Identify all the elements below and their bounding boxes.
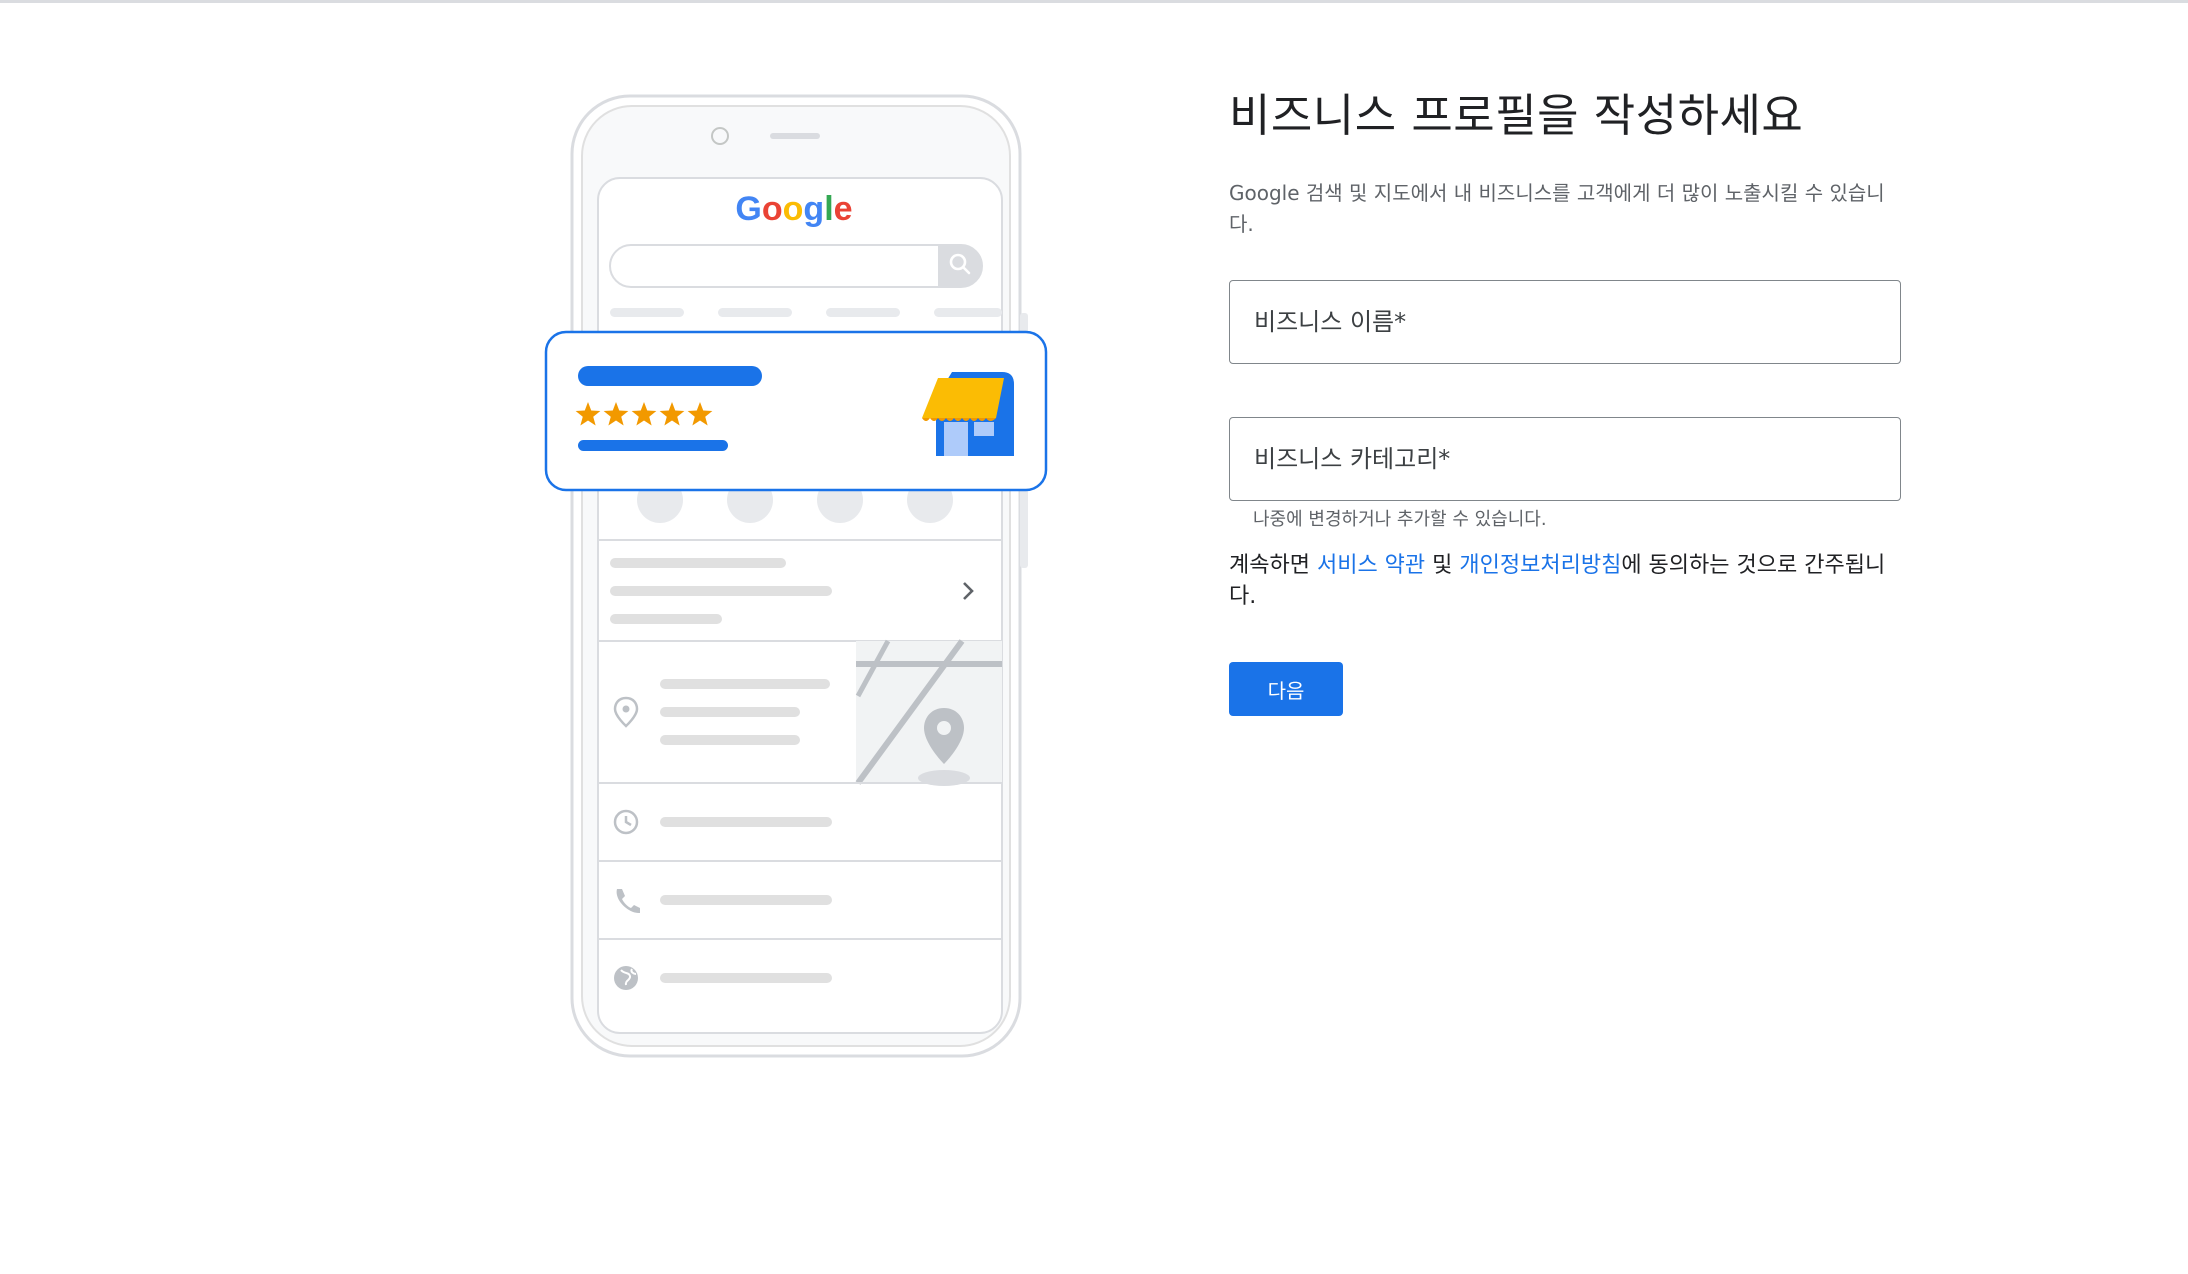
terms-prefix: 계속하면 [1229, 553, 1317, 578]
business-category-field[interactable] [1229, 417, 1901, 501]
google-logo: Google [735, 190, 852, 228]
top-divider [0, 0, 2188, 3]
phone-screen: Google [597, 177, 1003, 1034]
next-button[interactable]: 다음 [1229, 662, 1343, 716]
privacy-policy-link[interactable]: 개인정보처리방침 [1459, 553, 1621, 578]
business-name-field[interactable] [1229, 280, 1901, 364]
terms-middle: 및 [1425, 553, 1460, 578]
business-category-input[interactable] [1230, 418, 1900, 500]
globe-icon [614, 966, 638, 990]
page-subtitle: Google 검색 및 지도에서 내 비즈니스를 고객에게 더 많이 노출시킬 … [1229, 181, 1885, 236]
page-title: 비즈니스 프로필을 작성하세요 [1229, 89, 1804, 142]
phone-illustration: Google [540, 88, 1080, 1068]
terms-of-service-link[interactable]: 서비스 약관 [1317, 553, 1425, 578]
category-helper-text: 나중에 변경하거나 추가할 수 있습니다. [1253, 509, 1547, 530]
terms-notice: 계속하면 서비스 약관 및 개인정보처리방침에 동의하는 것으로 간주됩니다. [1229, 550, 1901, 612]
business-name-input[interactable] [1230, 281, 1900, 363]
search-bar-illustration [609, 244, 983, 288]
business-profile-form: 비즈니스 프로필을 작성하세요 Google 검색 및 지도에서 내 비즈니스를… [1229, 88, 1909, 716]
map-thumbnail [855, 639, 1002, 786]
business-card-illustration [544, 330, 1048, 492]
